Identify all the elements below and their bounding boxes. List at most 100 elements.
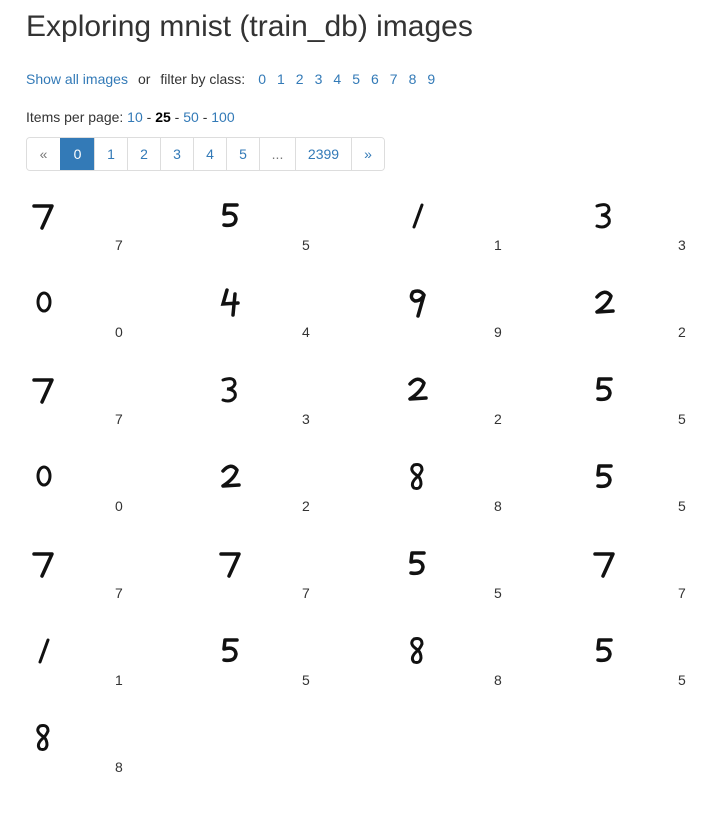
items-per-page-row: Items per page: 10 - 25 - 50 - 100	[26, 107, 728, 127]
digit-class-label: 5	[302, 672, 310, 688]
pagination-page-0[interactable]: 0	[60, 138, 94, 170]
image-cell: 0	[26, 458, 206, 545]
digit-image	[400, 197, 436, 233]
digit-class-label: 5	[678, 672, 686, 688]
image-cell: 2	[587, 284, 728, 371]
digit-class-label: 8	[115, 759, 123, 775]
pagination: « 0 1 2 3 4 5 ... 2399 »	[26, 137, 385, 171]
per-page-separator: -	[146, 109, 152, 125]
digit-image	[400, 371, 436, 407]
digit-image	[213, 371, 249, 407]
image-cell: 1	[400, 197, 580, 284]
digit-class-label: 5	[678, 498, 686, 514]
digit-class-label: 7	[115, 411, 123, 427]
image-cell: 8	[400, 632, 580, 719]
pagination-page-5[interactable]: 5	[226, 138, 259, 170]
digit-class-label: 0	[115, 324, 123, 340]
image-cell: 5	[587, 458, 728, 545]
digit-class-label: 2	[678, 324, 686, 340]
per-page-separator: -	[174, 109, 180, 125]
digit-image	[26, 371, 62, 407]
class-filter-6[interactable]: 6	[371, 71, 379, 87]
image-cell: 7	[26, 371, 206, 458]
per-page-option-50[interactable]: 50	[183, 109, 199, 125]
class-filter-2[interactable]: 2	[296, 71, 304, 87]
page-container: Exploring mnist (train_db) images Show a…	[0, 0, 728, 807]
digit-class-label: 0	[115, 498, 123, 514]
pagination-ellipsis: ...	[259, 138, 295, 170]
image-cell: 9	[400, 284, 580, 371]
filter-by-class-label: filter by class:	[160, 71, 246, 87]
image-cell: 5	[400, 545, 580, 632]
image-cell: 5	[213, 632, 393, 719]
digit-image	[26, 284, 62, 320]
show-all-images-link[interactable]: Show all images	[26, 71, 128, 87]
image-cell: 4	[213, 284, 393, 371]
class-filter-3[interactable]: 3	[315, 71, 323, 87]
digit-class-label: 7	[115, 585, 123, 601]
per-page-option-25-selected: 25	[155, 109, 171, 125]
pagination-page-1[interactable]: 1	[94, 138, 127, 170]
digit-image	[26, 197, 62, 233]
digit-image	[587, 197, 623, 233]
digit-image	[587, 284, 623, 320]
class-filter-4[interactable]: 4	[333, 71, 341, 87]
image-cell: 5	[213, 197, 393, 284]
digit-image	[213, 284, 249, 320]
digit-class-label: 9	[494, 324, 502, 340]
class-filter-0[interactable]: 0	[258, 71, 266, 87]
page-title: Exploring mnist (train_db) images	[26, 10, 473, 43]
image-cell: 0	[26, 284, 206, 371]
digit-class-label: 4	[302, 324, 310, 340]
pagination-page-4[interactable]: 4	[193, 138, 226, 170]
class-filter-8[interactable]: 8	[409, 71, 417, 87]
image-cell: 7	[587, 545, 728, 632]
image-cell: 7	[26, 545, 206, 632]
digit-image	[400, 458, 436, 494]
image-cell: 7	[26, 197, 206, 284]
per-page-separator: -	[202, 109, 208, 125]
image-cell: 5	[587, 632, 728, 719]
pagination-next-button[interactable]: »	[351, 138, 384, 170]
pagination-page-2[interactable]: 2	[127, 138, 160, 170]
class-filter-7[interactable]: 7	[390, 71, 398, 87]
digit-class-label: 5	[678, 411, 686, 427]
pagination-page-3[interactable]: 3	[160, 138, 193, 170]
image-cell: 3	[587, 197, 728, 284]
image-cell: 8	[26, 719, 206, 806]
digit-class-label: 7	[115, 237, 123, 253]
digit-class-label: 2	[494, 411, 502, 427]
digit-class-label: 7	[302, 585, 310, 601]
pagination-page-last[interactable]: 2399	[295, 138, 351, 170]
digit-class-label: 2	[302, 498, 310, 514]
class-filter-5[interactable]: 5	[352, 71, 360, 87]
digit-image	[26, 632, 62, 668]
digit-image	[587, 632, 623, 668]
per-page-option-100[interactable]: 100	[211, 109, 234, 125]
or-text: or	[137, 71, 151, 87]
digit-class-label: 8	[494, 498, 502, 514]
digit-class-label: 3	[678, 237, 686, 253]
image-cell: 2	[213, 458, 393, 545]
per-page-option-10[interactable]: 10	[127, 109, 143, 125]
digit-image	[400, 632, 436, 668]
digit-image	[213, 545, 249, 581]
digit-image	[213, 458, 249, 494]
image-cell: 5	[587, 371, 728, 458]
class-filter-1[interactable]: 1	[277, 71, 285, 87]
items-per-page-label: Items per page:	[26, 109, 124, 125]
image-cell: 8	[400, 458, 580, 545]
pagination-prev-button[interactable]: «	[27, 138, 60, 170]
digit-class-label: 5	[302, 237, 310, 253]
digit-class-label: 5	[494, 585, 502, 601]
digit-image	[26, 719, 62, 755]
digit-image	[587, 545, 623, 581]
digit-image	[213, 632, 249, 668]
digit-image	[26, 545, 62, 581]
digit-image	[26, 458, 62, 494]
digit-image	[400, 545, 436, 581]
class-filter-9[interactable]: 9	[427, 71, 435, 87]
digit-class-label: 1	[115, 672, 123, 688]
image-cell: 7	[213, 545, 393, 632]
digit-class-label: 8	[494, 672, 502, 688]
